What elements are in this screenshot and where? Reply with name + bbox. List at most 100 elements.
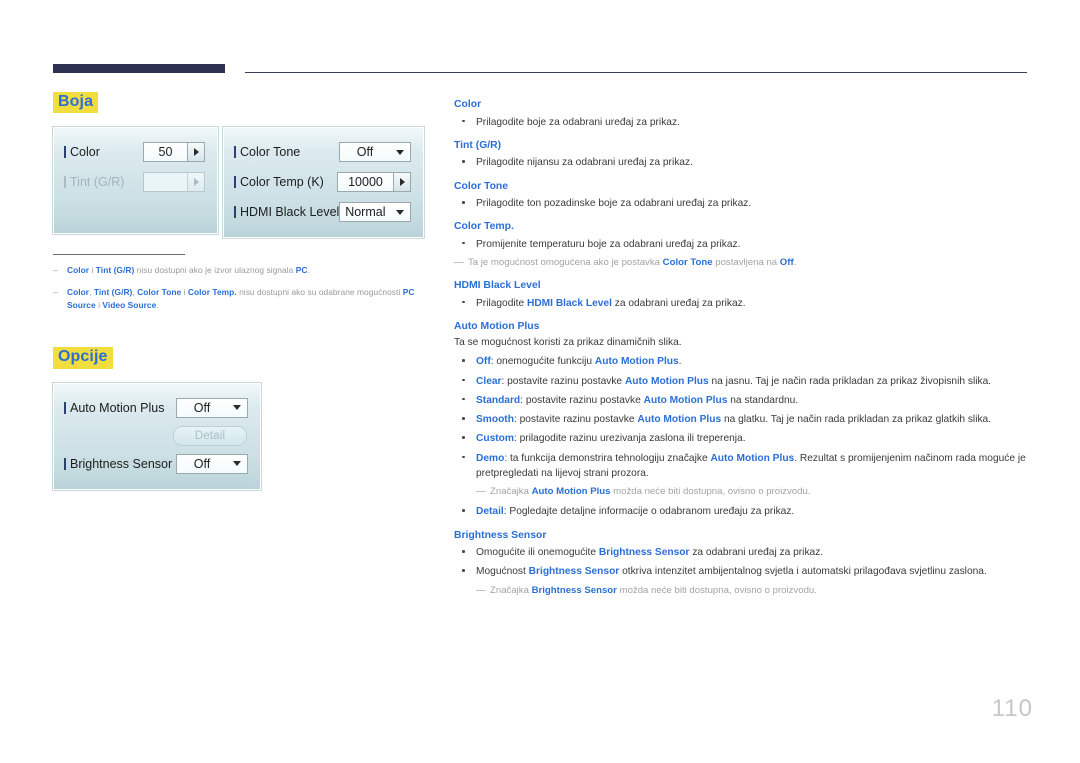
description-bullet-text: Standard: postavite razinu postavke Auto… <box>476 394 799 406</box>
bullet-dot-icon <box>462 241 465 245</box>
description-bullet: Demo: ta funkcija demonstrira tehnologij… <box>454 451 1032 482</box>
description-bullet-text: Omogućite ili onemogućite Brightness Sen… <box>476 547 824 559</box>
description-bullet: Prilagodite HDMI Black Level za odabrani… <box>454 296 1032 311</box>
footnote-dash: – <box>53 287 58 298</box>
osd-label-color: Color <box>64 145 143 159</box>
page-header-rule <box>53 64 1027 76</box>
spinner-color-temp[interactable]: 10000 <box>337 172 411 193</box>
osd-row-color-temp[interactable]: Color Temp (K) 10000 <box>234 167 411 197</box>
dropdown-brightness-sensor-value: Off <box>177 454 227 473</box>
bullet-dot-icon <box>462 550 465 553</box>
description-bullet: Clear: postavite razinu postavke Auto Mo… <box>454 374 1032 389</box>
spinner-right-arrow-icon[interactable] <box>393 173 410 192</box>
note-dash-icon: — <box>454 257 464 269</box>
description-bullet-text: Detail: Pogledajte detaljne informacije … <box>476 506 795 518</box>
osd-label-brightness-sensor: Brightness Sensor <box>64 457 176 471</box>
dropdown-auto-motion-plus[interactable]: Off <box>176 397 248 418</box>
description-heading: Tint (G/R) <box>454 139 502 151</box>
header-accent-bar <box>53 64 225 73</box>
description-bullet: Off: onemogućite funkciju Auto Motion Pl… <box>454 354 1032 369</box>
spinner-tint-value <box>144 173 187 192</box>
description-note-text: Značajka Brightness Sensor možda neće bi… <box>490 584 817 596</box>
description-note: — Značajka Brightness Sensor možda neće b… <box>454 584 1032 598</box>
description-bullet: Prilagodite nijansu za odabrani uređaj z… <box>454 155 1032 170</box>
description-bullet: Standard: postavite razinu postavke Auto… <box>454 393 1032 408</box>
description-paragraph: Ta se mogućnost koristi za prikaz dinami… <box>454 337 682 349</box>
description-bullet: Detail: Pogledajte detaljne informacije … <box>454 504 1032 519</box>
osd-row-hdmi-black-level[interactable]: HDMI Black Level Normal <box>234 197 412 227</box>
spinner-color[interactable]: 50 <box>143 142 205 163</box>
left-column: Boja Color 50 Tint (G/R) Color Tone Off … <box>53 92 443 490</box>
description-bullet-text: Custom: prilagodite razinu urezivanja za… <box>476 433 746 445</box>
description-bullet-text: Demo: ta funkcija demonstrira tehnologij… <box>476 452 1026 480</box>
description-note-text: Ta je mogućnost omogućena ako je postavk… <box>468 257 797 269</box>
description-bullet-text: Prilagodite nijansu za odabrani uređaj z… <box>476 157 693 169</box>
description-bullet-text: Prilagodite boje za odabrani uređaj za p… <box>476 116 680 128</box>
bullet-dot-icon <box>462 569 465 572</box>
description-bullet: Custom: prilagodite razinu urezivanja za… <box>454 431 1032 446</box>
osd-panel-color: Color 50 Tint (G/R) <box>53 127 218 235</box>
bullet-tick-icon <box>64 457 66 470</box>
footnote-item: – Color, Tint (G/R), Color Tone i Color … <box>53 286 425 312</box>
dropdown-color-tone[interactable]: Off <box>339 142 411 163</box>
header-thin-line <box>245 72 1027 73</box>
bullet-dot-icon <box>462 417 465 420</box>
chevron-down-icon[interactable] <box>390 143 410 162</box>
description-bullet: Smooth: postavite razinu postavke Auto M… <box>454 412 1032 427</box>
section-heading-boja: Boja <box>53 92 99 114</box>
osd-label-color-tone: Color Tone <box>234 145 339 159</box>
chevron-down-icon[interactable] <box>390 203 411 222</box>
spinner-color-value: 50 <box>144 143 187 162</box>
osd-row-auto-motion-plus[interactable]: Auto Motion Plus Off <box>64 393 248 423</box>
right-column-descriptions: Color Prilagodite boje za odabrani uređaj… <box>454 98 1032 603</box>
description-bullet-text: Off: onemogućite funkciju Auto Motion Pl… <box>476 356 682 368</box>
spinner-right-arrow-icon[interactable] <box>187 143 204 162</box>
description-heading: Color Tone <box>454 180 509 192</box>
bullet-dot-icon <box>462 300 465 304</box>
osd-row-color[interactable]: Color 50 <box>64 137 205 167</box>
spinner-tint <box>143 172 205 193</box>
footnote-divider <box>53 254 185 256</box>
osd-label-auto-motion-plus: Auto Motion Plus <box>64 401 176 415</box>
description-bullet: Mogućnost Brightness Sensor otkriva inte… <box>454 564 1032 579</box>
description-note: — Ta je mogućnost omogućena ako je postav… <box>454 256 1032 270</box>
bullet-dot-icon <box>462 201 465 204</box>
note-dash-icon: — <box>476 584 486 596</box>
description-bullet-text: Clear: postavite razinu postavke Auto Mo… <box>476 375 992 387</box>
spinner-color-temp-value: 10000 <box>338 173 393 192</box>
bullet-dot-icon <box>462 397 465 401</box>
osd-row-brightness-sensor[interactable]: Brightness Sensor Off <box>64 449 248 479</box>
dropdown-color-tone-value: Off <box>340 143 390 162</box>
osd-row-detail: Detail <box>64 423 248 449</box>
description-heading: Brightness Sensor <box>454 529 547 541</box>
osd-row-color-tone[interactable]: Color Tone Off <box>234 137 411 167</box>
description-bullet-text: Prilagodite ton pozadinske boje za odabr… <box>476 198 752 210</box>
description-bullet-text: Mogućnost Brightness Sensor otkriva inte… <box>476 566 987 578</box>
description-bullet: Prilagodite boje za odabrani uređaj za p… <box>454 115 1032 130</box>
description-heading: Color <box>454 99 482 110</box>
bullet-tick-icon <box>234 206 236 219</box>
bullet-tick-icon <box>234 176 236 189</box>
osd-row-tint: Tint (G/R) <box>64 167 205 197</box>
bullet-dot-icon <box>462 160 465 163</box>
footnote-text: Color i Tint (G/R) nisu dostupni ako je … <box>67 265 310 276</box>
footnote-text: Color, Tint (G/R), Color Tone i Color Te… <box>67 287 415 311</box>
footnotes-color: – Color i Tint (G/R) nisu dostupni ako j… <box>53 254 425 312</box>
detail-button[interactable]: Detail <box>173 425 247 446</box>
chevron-down-icon[interactable] <box>227 454 247 473</box>
description-bullet-text: Promijenite temperaturu boje za odabrani… <box>476 238 741 250</box>
dropdown-hdmi-black-level-value: Normal <box>340 203 391 222</box>
dropdown-brightness-sensor[interactable]: Off <box>176 453 248 474</box>
description-heading: Color Temp. <box>454 221 514 233</box>
description-bullet-text: Smooth: postavite razinu postavke Auto M… <box>476 414 992 426</box>
description-note: — Značajka Auto Motion Plus možda neće bi… <box>454 485 1032 499</box>
dropdown-auto-motion-plus-value: Off <box>177 398 227 417</box>
bullet-dot-icon <box>462 455 465 459</box>
dropdown-hdmi-black-level[interactable]: Normal <box>339 202 412 223</box>
osd-label-tint: Tint (G/R) <box>64 175 143 189</box>
description-bullet: Prilagodite ton pozadinske boje za odabr… <box>454 196 1032 211</box>
description-heading: HDMI Black Level <box>454 280 541 292</box>
chevron-down-icon[interactable] <box>227 398 247 417</box>
osd-panel-group-options: Auto Motion Plus Off Detail Brightness S… <box>53 382 443 490</box>
osd-panel-group-color: Color 50 Tint (G/R) Color Tone Off Color… <box>53 127 443 239</box>
